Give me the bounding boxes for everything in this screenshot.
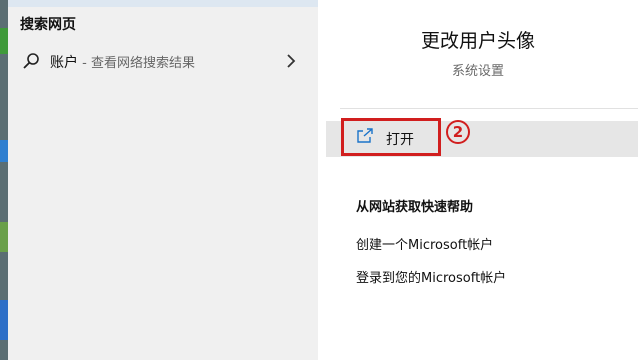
top-result-bar bbox=[8, 0, 318, 7]
web-search-result[interactable]: 账户 - 查看网络搜索结果 bbox=[8, 44, 318, 78]
desktop-icon bbox=[0, 140, 8, 162]
desktop-background-strip bbox=[0, 0, 8, 360]
detail-panel: 更改用户头像 系统设置 打开 2 从网站获取快速帮助 创建一个Microsoft… bbox=[318, 0, 640, 360]
detail-subtitle: 系统设置 bbox=[451, 64, 504, 79]
annotation-marker: 2 bbox=[446, 120, 470, 144]
section-title: 搜索网页 bbox=[20, 17, 76, 33]
chevron-right-icon[interactable] bbox=[285, 53, 297, 69]
result-label: 账户 - 查看网络搜索结果 bbox=[50, 52, 195, 72]
divider bbox=[340, 108, 638, 109]
result-subtitle: - 查看网络搜索结果 bbox=[78, 56, 195, 71]
search-icon bbox=[23, 53, 39, 69]
create-account-link[interactable]: 创建一个Microsoft帐户 bbox=[356, 234, 493, 253]
open-button[interactable]: 打开 bbox=[386, 129, 414, 149]
detail-title: 更改用户头像 bbox=[420, 30, 535, 52]
help-section-title: 从网站获取快速帮助 bbox=[356, 200, 474, 215]
search-results-panel: 搜索网页 账户 - 查看网络搜索结果 bbox=[8, 0, 318, 360]
desktop-icon bbox=[0, 300, 8, 340]
open-external-icon bbox=[357, 128, 373, 143]
desktop-icon bbox=[0, 28, 8, 54]
result-title: 账户 bbox=[50, 55, 78, 71]
desktop-icon bbox=[0, 222, 8, 252]
sign-in-account-link[interactable]: 登录到您的Microsoft帐户 bbox=[356, 267, 506, 286]
